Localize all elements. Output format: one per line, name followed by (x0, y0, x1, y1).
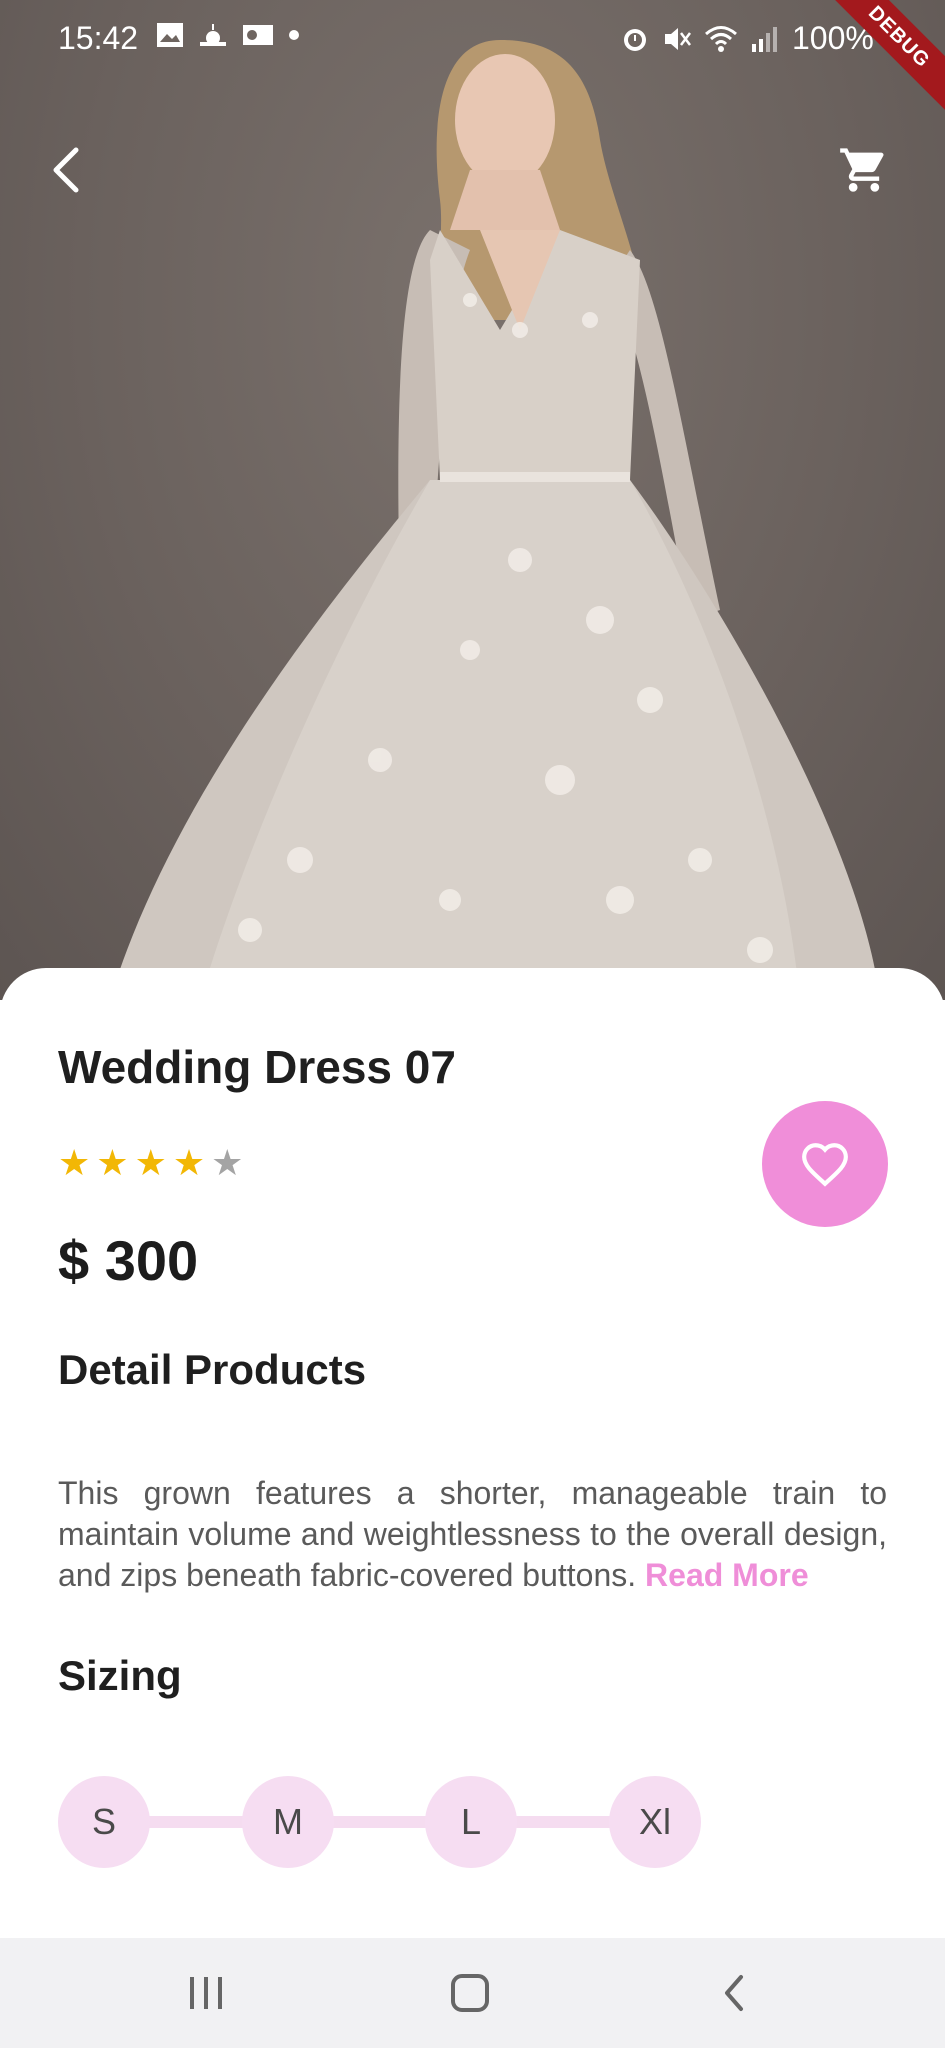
size-option-m[interactable]: M (242, 1776, 334, 1868)
cart-icon (840, 148, 884, 192)
home-button[interactable] (410, 1938, 530, 2048)
product-image (0, 0, 945, 1000)
cart-button[interactable] (828, 134, 900, 206)
rating-stars: ★ ★ ★ ★ ★ (58, 1143, 243, 1183)
star-icon-filled: ★ (172, 1142, 206, 1183)
wifi-icon (705, 25, 737, 52)
chevron-left-icon (53, 147, 79, 193)
size-connector-line (104, 1816, 655, 1828)
heart-icon (802, 1143, 848, 1187)
star-icon-filled: ★ (58, 1142, 91, 1183)
alarm-icon (624, 28, 646, 51)
signal-icon (752, 26, 777, 52)
star-icon-filled: ★ (134, 1142, 167, 1183)
outlook-icon (243, 25, 273, 45)
system-back-button[interactable] (674, 1938, 794, 2048)
star-icon-filled: ★ (96, 1142, 129, 1183)
gallery-icon (157, 23, 183, 47)
system-nav-bar (0, 1938, 945, 2048)
size-option-s[interactable]: S (58, 1776, 150, 1868)
mute-icon (665, 27, 691, 50)
status-time: 15:42 (58, 20, 139, 56)
product-description: This grown features a shorter, manageabl… (58, 1473, 887, 1596)
star-icon-empty: ★ (211, 1142, 244, 1183)
dot-icon (289, 30, 299, 40)
product-title: Wedding Dress 07 (58, 1041, 456, 1093)
sizing-heading: Sizing (58, 1652, 182, 1699)
favorite-button[interactable] (762, 1101, 888, 1227)
home-icon (451, 1974, 489, 2012)
sunrise-icon (200, 24, 226, 46)
size-selector: S M L Xl (58, 1776, 701, 1868)
read-more-link[interactable]: Read More (645, 1557, 809, 1593)
status-bar: 15:42 100% (0, 0, 945, 76)
size-option-l[interactable]: L (425, 1776, 517, 1868)
recents-icon (190, 1977, 222, 2009)
back-button[interactable] (30, 134, 102, 206)
product-price: $ 300 (58, 1229, 199, 1292)
size-option-xl[interactable]: Xl (609, 1776, 701, 1868)
dress-illustration (110, 40, 880, 1000)
detail-heading: Detail Products (58, 1346, 367, 1393)
back-icon (725, 1975, 743, 2011)
recents-button[interactable] (146, 1938, 266, 2048)
